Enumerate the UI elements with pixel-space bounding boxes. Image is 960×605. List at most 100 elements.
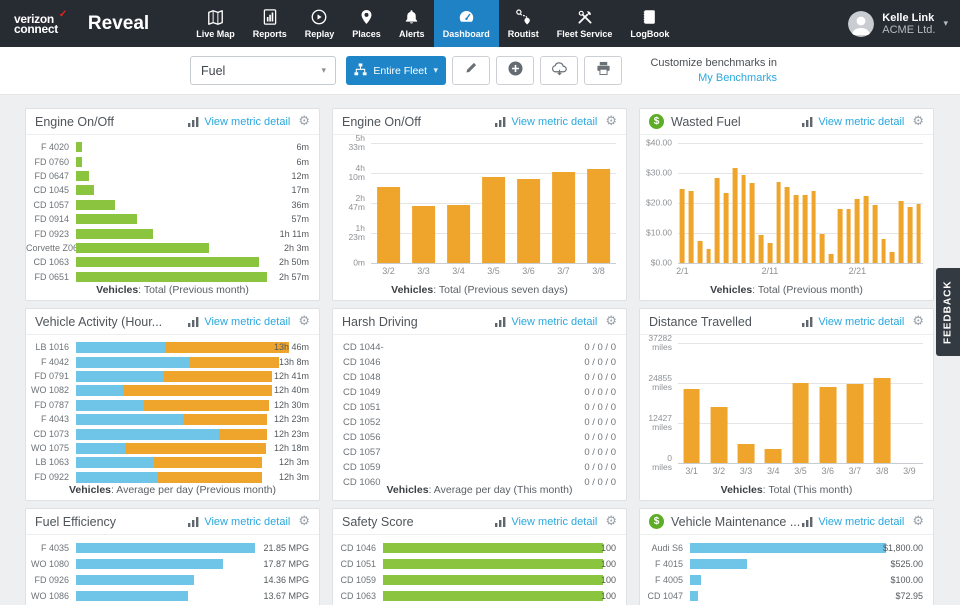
gear-icon[interactable]: ⚙ [298, 114, 310, 129]
bar-row: Audi S6 $1,800.00 [640, 540, 933, 556]
row-label: CD 1051 [343, 402, 381, 413]
bar [776, 182, 782, 263]
bar-row: FD 0651 2h 57m [26, 270, 319, 284]
nav-item-reports[interactable]: Reports [244, 0, 296, 47]
bar [76, 185, 95, 196]
brand-line2: connect [14, 21, 58, 36]
nav-item-label: Fleet Service [556, 29, 613, 39]
avatar [848, 10, 875, 37]
bar [907, 206, 913, 263]
y-axis: $40.00 $30.00 $20.00 $10.00 $0.00 [646, 138, 678, 279]
row-label: CD 1059 [343, 462, 381, 473]
bar [411, 206, 436, 263]
widget-header: Vehicle Activity (Hour... View metric det… [26, 309, 319, 335]
footer-dimension: Vehicles [710, 284, 753, 296]
fleet-service-icon [576, 8, 594, 26]
nav-item-places[interactable]: Places [343, 0, 390, 47]
bar-track [383, 559, 616, 569]
view-metric-detail-link[interactable]: View metric detail [204, 516, 290, 528]
gear-icon[interactable]: ⚙ [605, 514, 617, 529]
bar-row: CD 1046 100 [333, 540, 626, 556]
row-value: 0 / 0 / 0 [584, 447, 616, 458]
gear-icon[interactable]: ⚙ [912, 114, 924, 129]
x-tick-label: 3/6 [522, 266, 535, 276]
hbar-chart: LB 1016 13h 46m F 4042 13h 8m FD 0791 12h 41m… [26, 335, 319, 484]
widget-engine-on-off: Engine On/Off View metric detail ⚙ 5h 33m 4h 1… [332, 108, 627, 301]
bar [586, 168, 611, 263]
row-value: $100.00 [890, 575, 923, 585]
nav-item-replay[interactable]: Replay [296, 0, 344, 47]
stacked-bar [76, 442, 266, 454]
footer-scope: : Average per day (Previous month) [111, 484, 276, 496]
bar-segment-idling [183, 414, 268, 426]
nav-item-routist[interactable]: Routist [499, 0, 548, 47]
view-metric-detail-link[interactable]: View metric detail [511, 116, 597, 128]
bar-row: CD 1045 17m [26, 183, 319, 197]
user-menu[interactable]: Kelle Link ACME Ltd. ▾ [848, 10, 948, 37]
replay-icon [310, 8, 328, 26]
nav-item-live-map[interactable]: Live Map [187, 0, 244, 47]
x-tick-label: 3/9 [903, 466, 916, 476]
bar-row: WO 1080 17.87 MPG [26, 556, 319, 572]
stacked-bar [76, 370, 272, 382]
fleet-select-button[interactable]: Entire Fleet ▾ [346, 56, 446, 85]
nav-item-dashboard[interactable]: Dashboard [433, 0, 499, 47]
footer-scope: : Average per day (This month) [428, 484, 573, 496]
view-metric-detail-link[interactable]: View metric detail [204, 116, 290, 128]
widget-header: Engine On/Off View metric detail ⚙ [26, 109, 319, 135]
list-item: CD 1056 0 / 0 / 0 [333, 430, 626, 445]
bar-row: LB 1016 13h 46m [26, 340, 319, 354]
print-button[interactable] [584, 56, 622, 85]
row-label: F 4015 [654, 559, 683, 569]
view-metric-detail-link[interactable]: View metric detail [818, 516, 904, 528]
row-label: WO 1075 [30, 442, 69, 453]
gear-icon[interactable]: ⚙ [912, 314, 924, 329]
bar [854, 198, 860, 263]
row-value: 21.85 MPG [263, 543, 309, 553]
gear-icon[interactable]: ⚙ [605, 314, 617, 329]
bar [802, 195, 808, 263]
edit-dashboard-button[interactable] [452, 56, 490, 85]
export-button[interactable] [540, 56, 578, 85]
bar [846, 209, 852, 263]
row-label: CD 1045 [33, 185, 69, 196]
nav-item-alerts[interactable]: Alerts [390, 0, 434, 47]
metric-select[interactable]: Fuel ▾ [190, 56, 336, 85]
bar [76, 591, 189, 601]
view-metric-detail-link[interactable]: View metric detail [511, 316, 597, 328]
gear-icon[interactable]: ⚙ [298, 514, 310, 529]
bar [706, 248, 712, 263]
add-widget-button[interactable] [496, 56, 534, 85]
row-label: F 4042 [40, 356, 69, 367]
bar-segment-idling [164, 370, 272, 382]
view-metric-detail-link[interactable]: View metric detail [818, 316, 904, 328]
y-tick-label: 0m [353, 257, 365, 268]
bar-segment-idling [189, 356, 279, 368]
bar-row: F 4020 6m [26, 140, 319, 154]
bar [551, 171, 576, 263]
bar [383, 543, 603, 553]
gear-icon[interactable]: ⚙ [912, 514, 924, 529]
gear-icon[interactable]: ⚙ [298, 314, 310, 329]
footer-scope: : Total (Previous month) [752, 284, 863, 296]
row-label: FD 0923 [34, 228, 69, 239]
row-label: CD 1057 [33, 199, 69, 210]
x-axis: 3/2 3/3 3/4 3/5 3/6 3/7 3/8 [371, 263, 616, 279]
x-tick-label: 3/7 [848, 466, 862, 476]
logbook-icon [641, 8, 658, 26]
y-tick-label: $40.00 [646, 137, 672, 148]
brand-logo[interactable]: verizon ✓ connect Reveal [0, 9, 149, 36]
gear-icon[interactable]: ⚙ [605, 114, 617, 129]
my-benchmarks-link[interactable]: My Benchmarks [698, 72, 777, 84]
view-metric-detail-link[interactable]: View metric detail [204, 316, 290, 328]
view-metric-detail-link[interactable]: View metric detail [818, 116, 904, 128]
list-item: CD 1048 0 / 0 / 0 [333, 370, 626, 385]
bar [881, 238, 887, 263]
stacked-bar [76, 356, 279, 368]
widget-title: Wasted Fuel [671, 114, 741, 129]
view-metric-detail-link[interactable]: View metric detail [511, 516, 597, 528]
nav-item-fleet-service[interactable]: Fleet Service [548, 0, 622, 47]
nav-item-logbook[interactable]: LogBook [621, 0, 678, 47]
feedback-tab[interactable]: FEEDBACK [936, 268, 960, 356]
bar [714, 177, 720, 263]
